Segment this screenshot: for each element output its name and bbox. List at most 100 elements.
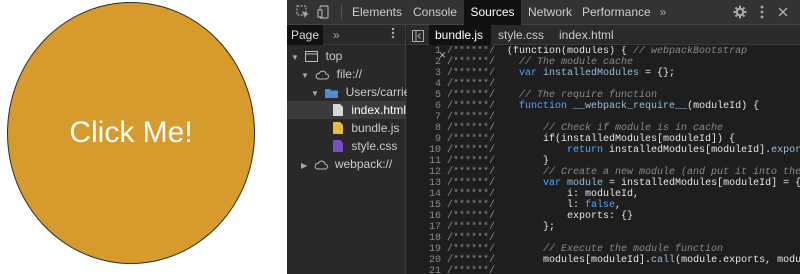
line-number[interactable]: 12: [429, 167, 441, 178]
line-number[interactable]: 10: [429, 145, 441, 156]
line-number[interactable]: 3: [435, 68, 441, 79]
code-token: ,: [615, 200, 622, 211]
toolbar-divider: [341, 5, 342, 20]
code-token: // The module cache: [501, 57, 634, 68]
code-token: /******/: [447, 112, 496, 123]
code-token: /******/: [447, 167, 502, 178]
code-token: = {};: [639, 68, 676, 79]
tab-elements[interactable]: Elements: [349, 0, 405, 25]
code-line: /******/ var module = installedModules[m…: [447, 178, 800, 189]
code-token: /******/: [447, 79, 496, 90]
code-token: (function(modules) {: [501, 46, 634, 57]
page-preview: Click Me!: [0, 0, 287, 274]
tree-item-style-css[interactable]: style.css: [333, 137, 397, 155]
code-token: if(installedModules[moduleId]) {: [501, 134, 736, 145]
editor-tabs: bundle.js × style.css index.html: [407, 25, 800, 62]
cloud-icon: [315, 70, 330, 80]
editor-tab-index-html[interactable]: index.html: [559, 25, 614, 45]
line-number[interactable]: 7: [435, 112, 441, 123]
code-token: // Check if module is in cache: [501, 123, 724, 134]
line-number[interactable]: 13: [429, 178, 441, 189]
code-line: /******/ return installedModules[moduleI…: [447, 145, 800, 156]
code-token: /******/: [447, 90, 502, 101]
expand-arrow-icon[interactable]: ▶: [301, 161, 307, 170]
line-number[interactable]: 6: [435, 101, 441, 112]
code-line: /******/: [447, 266, 495, 274]
file-icon: [333, 104, 343, 116]
code-line: /******/ }: [447, 156, 549, 167]
line-number[interactable]: 16: [429, 211, 441, 222]
inspect-element-icon[interactable]: [295, 4, 311, 20]
cloud-icon: [314, 160, 328, 170]
expand-arrow-icon[interactable]: ▼: [291, 53, 299, 62]
code-token: var: [501, 68, 544, 79]
editor-tab-label: bundle.js: [435, 28, 484, 42]
code-token: /******/: [447, 266, 496, 274]
tab-console[interactable]: Console: [409, 0, 461, 25]
code-line: /******/ if(installedModules[moduleId]) …: [447, 134, 735, 145]
close-devtools-icon[interactable]: [775, 4, 791, 20]
code-line: /******/ modules[moduleId].call(module.e…: [447, 255, 800, 266]
line-number[interactable]: 17: [429, 222, 441, 233]
line-number[interactable]: 4: [435, 79, 441, 90]
line-number[interactable]: 9: [435, 134, 441, 145]
line-number[interactable]: 5: [435, 90, 441, 101]
code-token: /******/: [447, 57, 502, 68]
code-token: /******/: [447, 46, 502, 57]
code-token: /******/: [447, 156, 502, 167]
device-toolbar-icon[interactable]: [316, 4, 332, 20]
line-number[interactable]: 19: [429, 244, 441, 255]
code-token: call: [651, 255, 676, 266]
tree-item-top[interactable]: ▼ top: [291, 47, 342, 65]
line-number[interactable]: 20: [429, 255, 441, 266]
tree-item-file[interactable]: ▼ file://: [301, 65, 362, 83]
expand-arrow-icon[interactable]: ▼: [301, 71, 309, 80]
line-number[interactable]: 15: [429, 200, 441, 211]
line-number[interactable]: 1: [435, 46, 441, 57]
code-line: /******/ i: moduleId,: [447, 189, 639, 200]
code-token: }: [501, 156, 550, 167]
line-number[interactable]: 8: [435, 123, 441, 134]
code-content[interactable]: /******/ (function(modules) { // webpack…: [447, 46, 800, 274]
tab-performance[interactable]: Performance: [582, 0, 651, 25]
settings-gear-icon[interactable]: [732, 4, 748, 20]
line-number[interactable]: 18: [429, 233, 441, 244]
navigator-more-icon[interactable]: »: [333, 25, 340, 45]
editor-tab-bundle-js[interactable]: bundle.js ×: [429, 25, 491, 62]
code-token: // Execute the module function: [501, 244, 724, 255]
code-token: var: [501, 178, 568, 189]
tree-item-bundle-js[interactable]: bundle.js: [333, 119, 399, 137]
tab-network[interactable]: Network: [525, 0, 575, 25]
editor-tab-style-css[interactable]: style.css: [498, 25, 544, 45]
tab-page[interactable]: Page: [287, 25, 323, 45]
navigator-menu-icon[interactable]: [391, 25, 395, 45]
line-number-gutter: 1 2 3 4 5 6 7 8 9 10 11 12 13 14 15 16 17 18 19 20 21: [407, 46, 445, 274]
line-number[interactable]: 11: [429, 156, 441, 167]
expand-arrow-icon[interactable]: ▼: [311, 89, 319, 98]
code-token: /******/: [447, 222, 502, 233]
code-token: };: [501, 222, 556, 233]
line-number[interactable]: 14: [429, 189, 441, 200]
code-line: /******/ l: false,: [447, 200, 621, 211]
code-token: /******/: [447, 68, 502, 79]
code-token: __webpack_require__: [573, 101, 688, 112]
toggle-navigator-icon[interactable]: [412, 28, 424, 42]
code-line: /******/ // The require function: [447, 90, 657, 101]
click-me-button[interactable]: Click Me!: [7, 2, 255, 264]
line-number[interactable]: 21: [429, 266, 441, 274]
tree-item-index-html[interactable]: index.html: [287, 101, 406, 119]
line-number[interactable]: 2: [435, 57, 441, 68]
more-tabs-icon[interactable]: »: [655, 0, 671, 25]
code-token: installedModules[moduleId].: [609, 145, 772, 156]
tab-sources[interactable]: Sources: [464, 0, 521, 25]
kebab-menu-icon[interactable]: [754, 4, 770, 20]
code-token: // Create a new module (and put it into …: [501, 167, 800, 178]
code-line: /******/ exports: {}: [447, 211, 633, 222]
code-token: /******/: [447, 145, 502, 156]
devtools-toolbar: Elements Console Sources Network Perform…: [287, 0, 800, 25]
code-token: return: [501, 145, 610, 156]
tree-item-webpack[interactable]: ▶ webpack://: [301, 155, 392, 173]
code-token: module: [567, 178, 604, 189]
sources-navigator: Page » ▼ top ▼ file:// ▼ Users/carriepas…: [287, 25, 430, 274]
code-token: /******/: [447, 200, 502, 211]
